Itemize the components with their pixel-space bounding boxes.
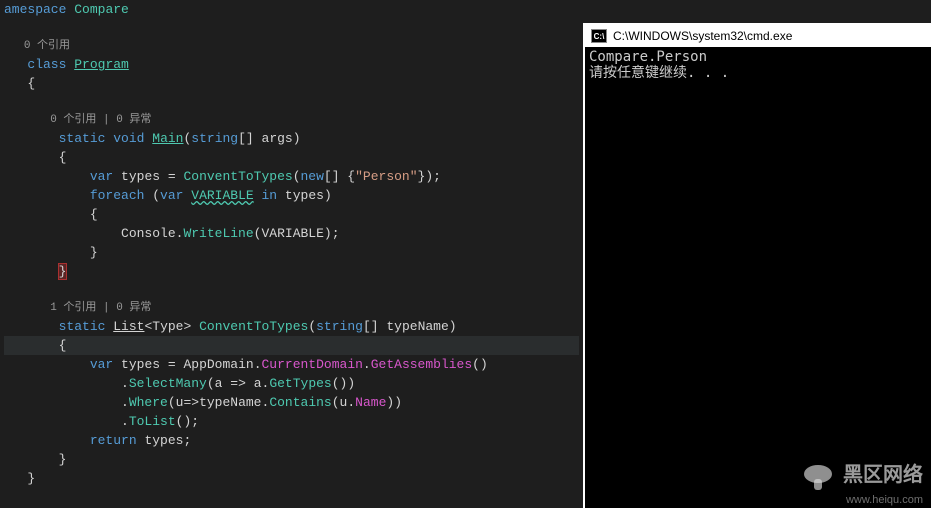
- keyword-namespace: amespace: [4, 2, 66, 17]
- class-name: Program: [74, 57, 129, 72]
- call-convent: ConventToTypes: [183, 169, 292, 184]
- cmd-output-line: 请按任意键继续. . .: [589, 65, 927, 81]
- code-editor[interactable]: amespace Compare 0 个引用 class Program { 0…: [0, 0, 583, 508]
- closing-brace-highlighted: }: [59, 264, 67, 279]
- keyword-class: class: [27, 57, 66, 72]
- cmd-output-line: Compare.Person: [589, 49, 927, 65]
- cmd-title: C:\WINDOWS\system32\cmd.exe: [613, 29, 792, 43]
- mushroom-icon: [800, 463, 836, 493]
- watermark: 黑区网络 www.heiqu.com: [800, 463, 923, 508]
- cmd-window[interactable]: C:\ C:\WINDOWS\system32\cmd.exe Compare.…: [583, 23, 931, 508]
- cmd-output: Compare.Person 请按任意键继续. . .: [585, 47, 931, 83]
- current-line-highlight: {: [4, 336, 579, 355]
- codelens-refs-1[interactable]: 0 个引用: [4, 38, 579, 55]
- cmd-titlebar[interactable]: C:\ C:\WINDOWS\system32\cmd.exe: [585, 25, 931, 47]
- codelens-refs-3[interactable]: 1 个引用 | 0 异常: [4, 300, 579, 317]
- method-convent: ConventToTypes: [199, 319, 308, 334]
- codelens-refs-2[interactable]: 0 个引用 | 0 异常: [4, 112, 579, 129]
- method-main: Main: [152, 131, 183, 146]
- cmd-icon: C:\: [591, 29, 607, 43]
